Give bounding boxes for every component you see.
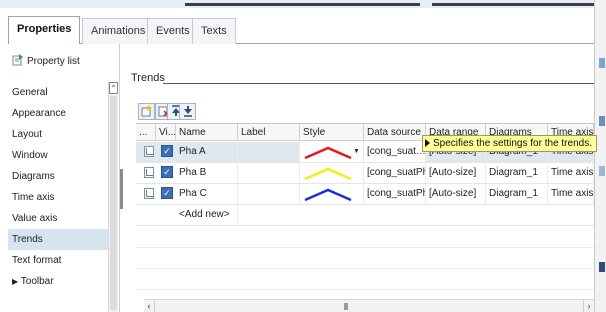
trend-name-cell[interactable]: Pha A [176,142,238,162]
column-header-handle[interactable]: ... [136,124,156,141]
nav-item-window[interactable]: Window [8,145,108,166]
column-header-visible[interactable]: Vi... [156,124,176,141]
style-line-sample [304,188,352,202]
title-bar-segment [432,3,594,6]
table-horizontal-scrollbar[interactable]: ‹ › [144,299,594,312]
property-category-list: General Appearance Layout Window Diagram… [8,82,108,292]
tab-events[interactable]: Events [147,18,199,44]
trend-data-source-cell[interactable]: [cong_suatPha... [364,184,426,204]
trend-time-axis-cell[interactable]: Time axis [548,163,594,183]
table-row[interactable]: ✓ Pha B [cong_suatPha... [Auto-size] Dia… [136,163,594,184]
visible-checkbox[interactable]: ✓ [161,187,173,199]
nav-item-layout[interactable]: Layout [8,124,108,145]
nav-scroll-thumb[interactable] [110,96,117,310]
nav-item-toolbar-label: Toolbar [20,276,54,287]
trend-diagram-cell[interactable]: Diagram_1 [486,184,548,204]
nav-item-text-format[interactable]: Text format [8,250,108,271]
window-top-strip [0,0,594,8]
nav-item-toolbar[interactable]: ▶ Toolbar [8,271,108,292]
property-list-label: Property list [27,56,80,67]
trend-data-source-cell[interactable]: [cong_suat… [364,142,426,162]
trend-style-cell[interactable]: ▼ [300,142,364,162]
nav-item-diagrams[interactable]: Diagrams [8,166,108,187]
nav-item-trends[interactable]: Trends [8,229,108,250]
trend-label-cell[interactable] [238,142,300,162]
nav-item-time-axis[interactable]: Time axis [8,187,108,208]
scroll-right-arrow-icon[interactable]: › [583,300,594,312]
add-trend-icon [141,105,152,117]
table-row[interactable]: ✓ Pha C [cong_suatPha... [Auto-size] Dia… [136,184,594,205]
panel-edge-marker [599,116,605,126]
tooltip: Specifies the settings for the trends. [422,135,597,152]
trend-row-icon [144,167,154,178]
property-list-icon [12,54,24,66]
section-title: Trends [131,72,165,84]
property-list-button[interactable]: Property list [12,54,80,70]
title-bar-segment [185,3,420,6]
tab-texts[interactable]: Texts [192,18,236,44]
trend-name-cell[interactable]: Pha B [176,163,238,183]
column-header-name[interactable]: Name [176,124,238,141]
grid-line [136,289,594,290]
grid-line [136,247,594,248]
column-header-style[interactable]: Style [300,124,364,141]
trend-label-cell[interactable] [238,184,300,204]
panel-edge-marker [599,262,605,272]
nav-item-general[interactable]: General [8,82,108,103]
panel-splitter[interactable] [120,169,123,209]
section-divider [163,83,594,84]
style-dropdown-arrow-icon[interactable]: ▼ [352,145,361,158]
trend-time-axis-cell[interactable]: Time axis [548,184,594,204]
visible-checkbox[interactable]: ✓ [161,166,173,178]
trend-row-icon [144,188,154,199]
nav-item-value-axis[interactable]: Value axis [8,208,108,229]
column-header-label[interactable]: Label [238,124,300,141]
scroll-up-arrow-icon[interactable]: ⌃ [109,82,118,94]
trend-label-cell[interactable] [238,163,300,183]
tab-animations[interactable]: Animations [82,18,155,44]
move-down-button[interactable] [179,103,196,120]
adjacent-panel-edge [594,0,606,312]
properties-tab-bar: Properties Animations Events Texts [8,14,594,45]
trend-name-cell[interactable]: Pha C [176,184,238,204]
add-new-trend[interactable]: <Add new> [176,205,238,225]
style-line-sample [304,167,352,181]
add-trend-button[interactable] [138,103,155,120]
panel-edge-marker [599,58,605,68]
trend-data-range-cell[interactable]: [Auto-size] [426,184,486,204]
panel-edge-marker [599,166,605,176]
add-new-row[interactable]: <Add new> [136,205,594,226]
trend-diagram-cell[interactable]: Diagram_1 [486,163,548,183]
trend-data-range-cell[interactable]: [Auto-size] [426,163,486,183]
tooltip-arrow-icon [425,139,430,147]
visible-checkbox[interactable]: ✓ [161,145,173,157]
arrow-down-icon [183,106,192,117]
horizontal-scroll-thumb[interactable] [344,303,348,310]
tooltip-text: Specifies the settings for the trends. [433,138,592,149]
trend-style-cell[interactable] [300,184,364,204]
property-navigation: Property list General Appearance Layout … [8,44,123,312]
trend-data-source-cell[interactable]: [cong_suatPha... [364,163,426,183]
trend-style-cell[interactable] [300,163,364,183]
tab-properties[interactable]: Properties [8,16,81,45]
trend-row-icon [144,146,154,157]
column-header-data-source[interactable]: Data source [364,124,426,141]
scroll-left-arrow-icon[interactable]: ‹ [144,300,155,312]
nav-item-appearance[interactable]: Appearance [8,103,108,124]
nav-scrollbar[interactable]: ⌃ [108,82,118,312]
expand-arrow-icon[interactable]: ▶ [12,277,18,286]
grid-line [136,268,594,269]
style-line-sample [304,146,352,160]
